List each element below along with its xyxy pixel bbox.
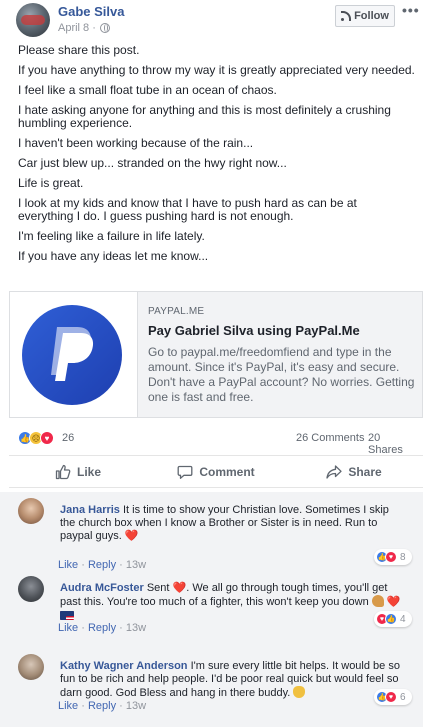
- share-button[interactable]: Share: [285, 456, 423, 487]
- comment-bubble: Kathy Wagner Anderson I'm sure every lit…: [50, 654, 412, 706]
- comment-like-link[interactable]: Like: [58, 559, 78, 571]
- comment-reply-link[interactable]: Reply: [88, 559, 116, 571]
- author-name[interactable]: Gabe Silva: [58, 4, 124, 19]
- like-button[interactable]: Like: [9, 456, 147, 487]
- follow-label: Follow: [354, 10, 389, 22]
- post-line: Please share this post.: [18, 43, 140, 57]
- share-icon: [326, 464, 342, 479]
- author-avatar[interactable]: [16, 3, 50, 37]
- post-body: Please share this post. If you have anyt…: [18, 44, 418, 270]
- heart-icon: ❤️: [124, 530, 139, 542]
- comment-time[interactable]: 13w: [126, 559, 146, 571]
- globe-icon: [99, 23, 110, 33]
- post-line: I hate asking anyone for anything and th…: [18, 103, 391, 130]
- post-line: Car just blew up... stranded on the hwy …: [18, 156, 287, 170]
- post-line: I haven't been working because of the ra…: [18, 136, 254, 150]
- separator: ·: [81, 700, 85, 712]
- heart-icon: ❤️: [172, 582, 187, 594]
- commenter-name[interactable]: Kathy Wagner Anderson: [60, 660, 188, 672]
- flexed-biceps-icon: [371, 595, 384, 607]
- like-reaction-icon: 👍: [385, 613, 397, 625]
- follow-button[interactable]: Follow: [335, 5, 395, 27]
- separator: ·: [119, 700, 123, 712]
- post-actions: Like Comment Share: [9, 455, 423, 488]
- post-line: Life is great.: [18, 176, 84, 190]
- paypal-p-icon: [51, 327, 94, 381]
- post-line: If you have anything to throw my way it …: [18, 63, 415, 77]
- reaction-icons[interactable]: 👍 ☹ ♥: [18, 431, 54, 445]
- hand-icon: [293, 686, 306, 698]
- link-preview-card[interactable]: PAYPAL.ME Pay Gabriel Silva using PayPal…: [9, 291, 423, 418]
- comment-reaction-count: 6: [400, 691, 406, 703]
- link-description: Go to paypal.me/freedomfiend and type in…: [148, 345, 415, 404]
- post-date[interactable]: April 8 ·: [58, 22, 96, 34]
- comment-time[interactable]: 13w: [126, 700, 146, 712]
- comment-reply-link[interactable]: Reply: [88, 622, 116, 634]
- comment-reply-link[interactable]: Reply: [88, 700, 116, 712]
- heart-reaction-icon: ♥: [40, 431, 54, 445]
- comment-like-link[interactable]: Like: [58, 700, 78, 712]
- more-options-icon[interactable]: •••: [402, 3, 420, 17]
- link-domain: PAYPAL.ME: [148, 306, 205, 317]
- comment-actions: Like · Reply · 13w: [58, 559, 146, 571]
- comment-reactions[interactable]: ♥ 👍 4: [374, 611, 412, 627]
- comment-reactions[interactable]: 👍 ♥ 6: [374, 689, 412, 705]
- link-title[interactable]: Pay Gabriel Silva using PayPal.Me: [148, 323, 418, 338]
- commenter-avatar[interactable]: [18, 576, 44, 602]
- heart-reaction-icon: ♥: [385, 551, 397, 563]
- comments-section: Jana Harris It is time to show your Chri…: [0, 492, 423, 727]
- comment-reaction-count: 4: [400, 613, 406, 625]
- reaction-count[interactable]: 26: [62, 432, 74, 444]
- post-line: I feel like a small float tube in an oce…: [18, 83, 277, 97]
- post-header: Gabe Silva April 8 · Follow •••: [0, 0, 423, 40]
- separator: ·: [119, 622, 123, 634]
- comment-button[interactable]: Comment: [147, 456, 285, 487]
- commenter-avatar[interactable]: [18, 498, 44, 524]
- paypal-logo: [22, 305, 122, 405]
- comment-reaction-count: 8: [400, 551, 406, 563]
- comment-text-start: Sent: [146, 582, 170, 594]
- separator: ·: [81, 559, 85, 571]
- comment-actions: Like · Reply · 13w: [58, 700, 146, 712]
- commenter-name[interactable]: Audra McFoster: [60, 582, 144, 594]
- comment-like-link[interactable]: Like: [58, 622, 78, 634]
- comment-bubble: Jana Harris It is time to show your Chri…: [50, 498, 412, 549]
- comment-reactions[interactable]: 👍 ♥ 8: [374, 549, 412, 565]
- link-text: PAYPAL.ME Pay Gabriel Silva using PayPal…: [148, 306, 418, 405]
- post-meta: April 8 ·: [58, 22, 110, 34]
- commenter-avatar[interactable]: [18, 654, 44, 680]
- comments-count[interactable]: 26 Comments: [296, 432, 364, 444]
- shares-count[interactable]: 20 Shares: [368, 432, 418, 456]
- heart-icon: ❤️: [386, 596, 401, 608]
- separator: ·: [119, 559, 123, 571]
- share-label: Share: [348, 464, 382, 479]
- comment-actions: Like · Reply · 13w: [58, 622, 146, 634]
- comment-icon: [177, 465, 193, 479]
- link-image: [10, 292, 138, 417]
- commenter-name[interactable]: Jana Harris: [60, 504, 120, 516]
- post-line: I'm feeling like a failure in life latel…: [18, 229, 205, 243]
- like-label: Like: [76, 464, 101, 479]
- post-stats: 👍 ☹ ♥ 26 26 Comments 20 Shares: [18, 430, 418, 456]
- post-line: If you have any ideas let me know...: [18, 249, 209, 263]
- heart-reaction-icon: ♥: [385, 691, 397, 703]
- comment-bubble: Audra McFoster Sent ❤️. We all go throug…: [50, 576, 412, 628]
- rss-icon: [341, 10, 352, 21]
- us-flag-icon: [60, 611, 74, 620]
- post-line: I look at my kids and know that I have t…: [18, 196, 357, 223]
- comment-time[interactable]: 13w: [126, 622, 146, 634]
- comment-label: Comment: [199, 464, 255, 479]
- separator: ·: [81, 622, 85, 634]
- like-icon: [55, 464, 71, 479]
